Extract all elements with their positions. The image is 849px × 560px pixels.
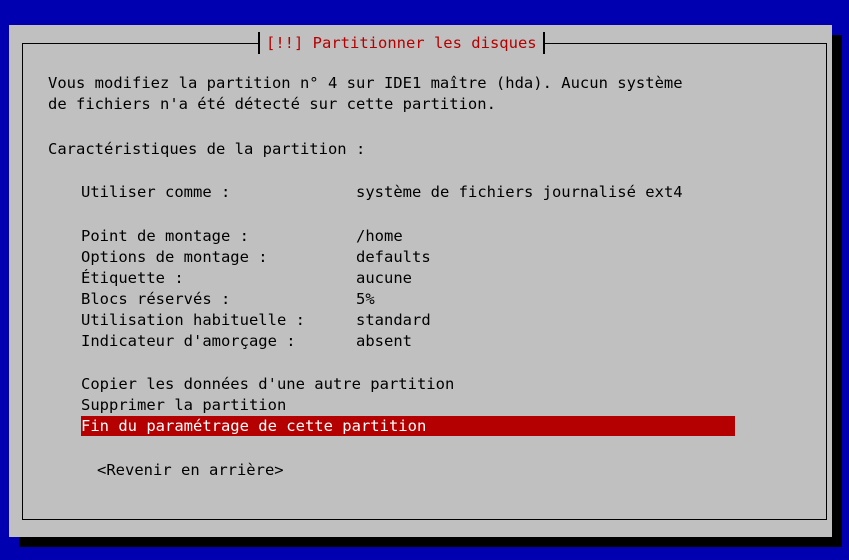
setting-label[interactable]: Utiliser comme : xyxy=(81,182,230,202)
action-done-setting-up[interactable]: Fin du paramétrage de cette partition xyxy=(81,416,735,436)
dialog-title: [!!] Partitionner les disques xyxy=(258,32,545,54)
setting-value[interactable]: standard xyxy=(356,310,431,330)
setting-label[interactable]: Utilisation habituelle : xyxy=(81,310,305,330)
action-delete-partition[interactable]: Supprimer la partition xyxy=(81,395,286,415)
action-copy-data[interactable]: Copier les données d'une autre partition xyxy=(81,374,454,394)
intro-text-line-1: Vous modifiez la partition n° 4 sur IDE1… xyxy=(48,74,683,92)
go-back-button[interactable]: <Revenir en arrière> xyxy=(97,460,284,480)
setting-label[interactable]: Indicateur d'amorçage : xyxy=(81,331,296,351)
setting-value[interactable]: aucune xyxy=(356,268,412,288)
setting-value[interactable]: /home xyxy=(356,226,403,246)
setting-label[interactable]: Options de montage : xyxy=(81,247,268,267)
setting-value[interactable]: système de fichiers journalisé ext4 xyxy=(356,182,683,202)
intro-text-line-2: de fichiers n'a été détecté sur cette pa… xyxy=(48,95,496,113)
setting-label[interactable]: Étiquette : xyxy=(81,268,184,288)
setting-label[interactable]: Blocs réservés : xyxy=(81,289,230,309)
setting-value[interactable]: 5% xyxy=(356,289,375,309)
setting-label[interactable]: Point de montage : xyxy=(81,226,249,246)
setting-value[interactable]: absent xyxy=(356,331,412,351)
setting-value[interactable]: defaults xyxy=(356,247,431,267)
section-heading: Caractéristiques de la partition : xyxy=(48,140,366,158)
